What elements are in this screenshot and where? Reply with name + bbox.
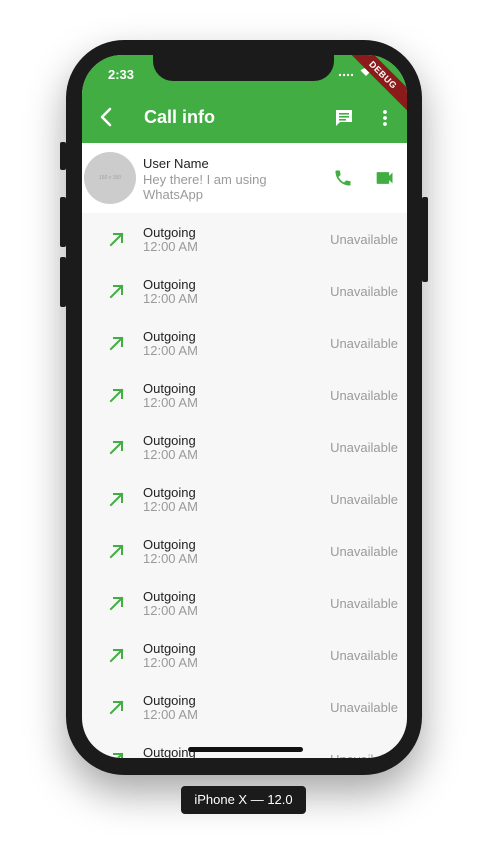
call-made-icon (108, 230, 126, 253)
contact-status: Hey there! I am using WhatsApp (143, 172, 267, 202)
call-made-icon (108, 438, 126, 461)
call-time: 12:00 AM (143, 655, 198, 670)
call-direction: Outgoing (143, 693, 196, 708)
call-made-icon (108, 334, 126, 357)
call-status: Unavailable (330, 752, 398, 758)
phone-icon (335, 170, 351, 186)
home-indicator[interactable] (188, 747, 303, 752)
call-time: 12:00 AM (143, 343, 198, 358)
call-log-row[interactable]: Outgoing12:00 AM Unavailable (82, 213, 407, 265)
call-status: Unavailable (330, 232, 398, 247)
call-time: 12:00 AM (143, 499, 198, 514)
notch (153, 55, 334, 81)
volume-up-button (60, 197, 66, 247)
call-status: Unavailable (330, 440, 398, 455)
debug-banner: DEBUG (341, 55, 407, 117)
call-log-row[interactable]: Outgoing12:00 AM Unavailable (82, 681, 407, 733)
contact-name: User Name (143, 156, 209, 171)
message-icon (336, 110, 352, 126)
video-call-button[interactable] (375, 169, 395, 192)
app-bar: 2:33 DEBUG Call info (82, 55, 407, 143)
mute-switch (60, 142, 66, 170)
call-made-icon (108, 386, 126, 409)
call-log-row[interactable]: Outgoing12:00 AM Unavailable (82, 577, 407, 629)
call-time: 12:00 AM (143, 239, 198, 254)
call-time: 12:00 AM (143, 707, 198, 722)
volume-down-button (60, 257, 66, 307)
call-direction: Outgoing (143, 329, 196, 344)
call-log-row[interactable]: Outgoing12:00 AM Unavailable (82, 369, 407, 421)
signal-icon (338, 73, 354, 77)
call-direction: Outgoing (143, 381, 196, 396)
call-log-row[interactable]: Outgoing12:00 AMUnavailable (82, 733, 407, 758)
call-made-icon (108, 490, 126, 513)
call-direction: Outgoing (143, 589, 196, 604)
power-button (422, 197, 428, 282)
call-direction: Outgoing (143, 537, 196, 552)
call-made-icon (108, 594, 126, 617)
call-status: Unavailable (330, 284, 398, 299)
call-time: 12:00 AM (143, 291, 198, 306)
call-made-icon (108, 542, 126, 565)
call-status: Unavailable (330, 492, 398, 507)
call-direction: Outgoing (143, 433, 196, 448)
call-direction: Outgoing (143, 641, 196, 656)
call-log-row[interactable]: Outgoing12:00 AM Unavailable (82, 629, 407, 681)
call-status: Unavailable (330, 648, 398, 663)
call-log-row[interactable]: Outgoing12:00 AM Unavailable (82, 317, 407, 369)
videocam-icon (376, 172, 393, 184)
call-made-icon (108, 750, 126, 758)
call-status: Unavailable (330, 544, 398, 559)
call-time: 12:00 AM (143, 603, 198, 618)
call-status: Unavailable (330, 336, 398, 351)
call-direction: Outgoing (143, 277, 196, 292)
call-status: Unavailable (330, 388, 398, 403)
call-status: Unavailable (330, 700, 398, 715)
call-log-row[interactable]: Outgoing12:00 AM Unavailable (82, 473, 407, 525)
avatar[interactable]: 150 x 150 (84, 152, 136, 204)
back-button[interactable] (98, 107, 116, 132)
call-time: 12:00 AM (143, 551, 198, 566)
call-time: 12:00 AM (143, 395, 198, 410)
status-time: 2:33 (108, 67, 135, 82)
call-log-row[interactable]: Outgoing12:00 AM Unavailable (82, 265, 407, 317)
device-label: iPhone X — 12.0 (181, 786, 306, 814)
call-made-icon (108, 698, 126, 721)
call-made-icon (108, 282, 126, 305)
more-vert-icon (383, 110, 387, 126)
page-title: Call info (144, 107, 215, 127)
call-log-list: Outgoing 12:00 AM Unavailable Outgoing 12:00… (82, 213, 407, 758)
call-log-row[interactable]: Outgoing12:00 AM Unavailable (82, 421, 407, 473)
message-button[interactable] (334, 108, 354, 133)
voice-call-button[interactable] (333, 168, 353, 193)
more-options-button[interactable] (379, 108, 391, 133)
contact-header: 150 x 150 User Name Hey there! I am usin… (82, 143, 407, 213)
call-direction: Outgoing (143, 485, 196, 500)
call-made-icon (108, 646, 126, 669)
chevron-left-icon (100, 107, 112, 127)
call-direction: Outgoing (143, 225, 196, 240)
call-status: Unavailable (330, 596, 398, 611)
call-log-row[interactable]: Outgoing12:00 AM Unavailable (82, 525, 407, 577)
call-time: 12:00 AM (143, 447, 198, 462)
phone-screen: 2:33 DEBUG Call info 150 x 150 User Name… (82, 55, 407, 758)
